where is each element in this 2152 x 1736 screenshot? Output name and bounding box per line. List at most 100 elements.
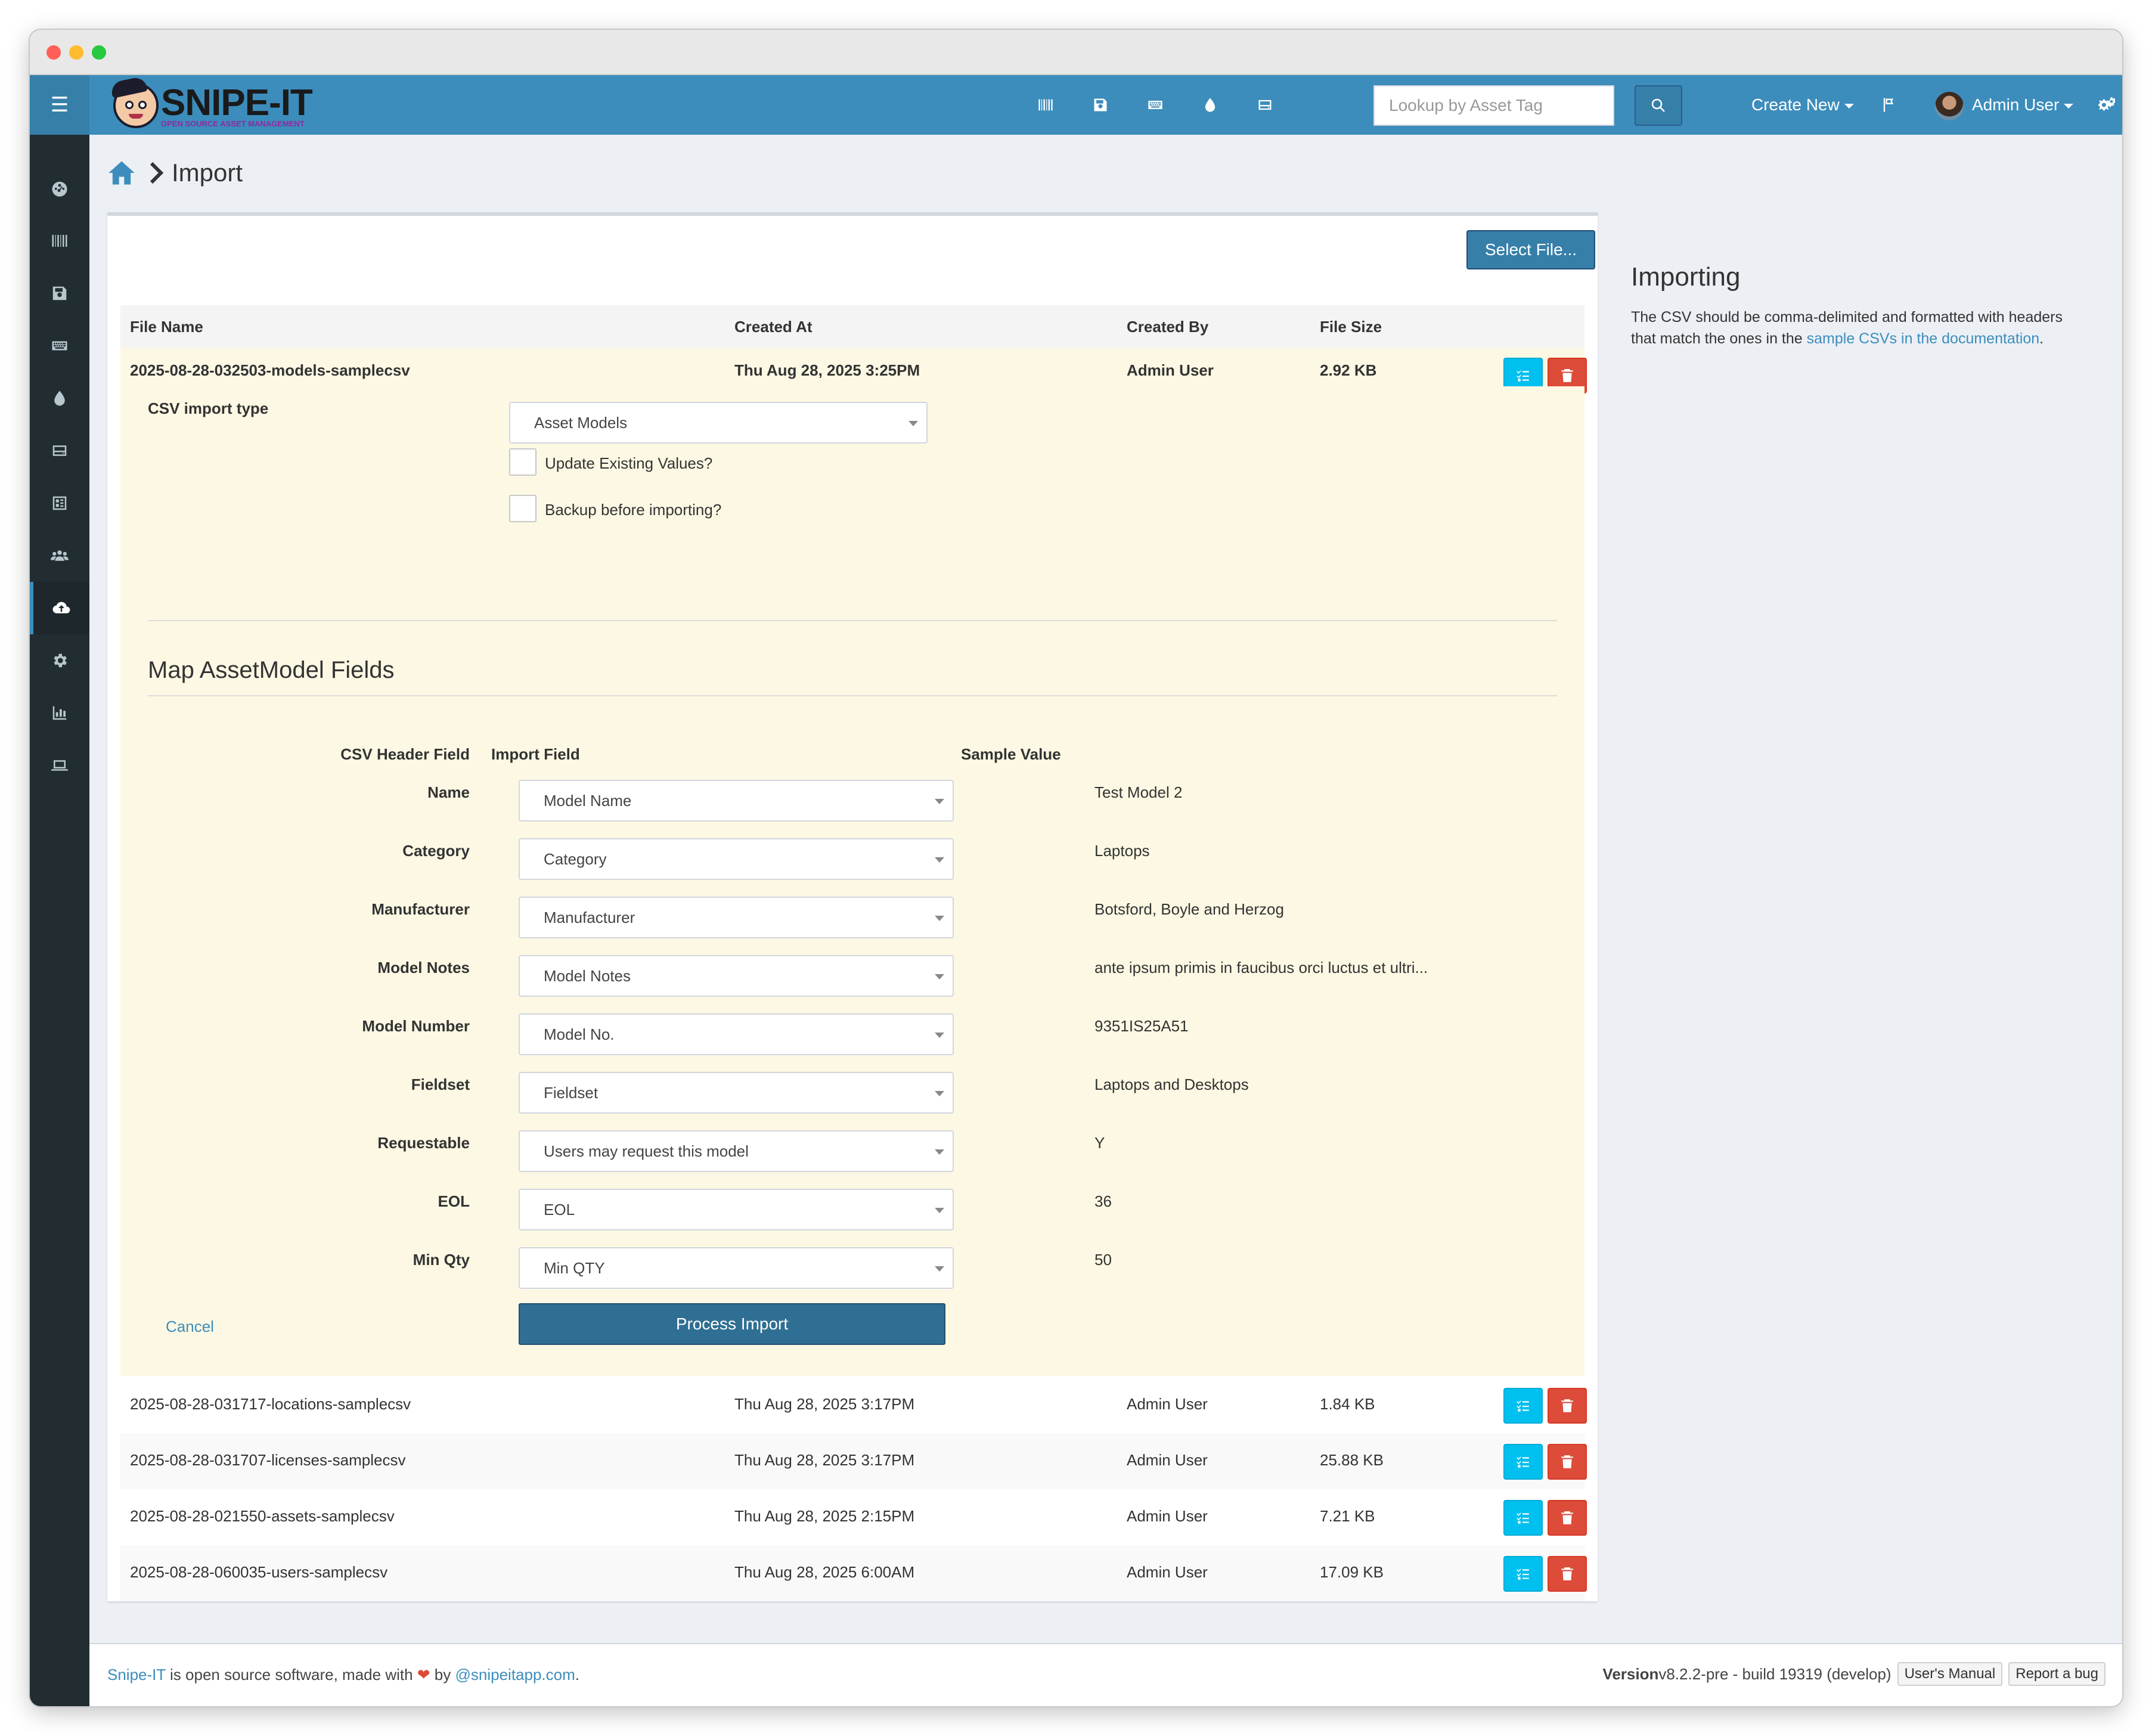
update-existing-label: Update Existing Values? [545,454,713,472]
trash-icon [1561,369,1573,382]
create-new-dropdown[interactable]: Create New [1751,75,1854,135]
cancel-link[interactable]: Cancel [166,1318,214,1336]
user-avatar[interactable] [1935,92,1964,120]
search-button[interactable] [1635,85,1682,126]
hdd-icon[interactable] [30,424,89,477]
footer-text: is open source software, made with [165,1666,417,1684]
csv-header-field-heading: CSV Header Field [340,745,470,763]
csv-type-select[interactable]: Asset Models [509,402,928,444]
save-icon[interactable] [30,267,89,320]
delete-file-button[interactable] [1548,1444,1587,1480]
asset-tag-search-input[interactable] [1373,85,1614,126]
caret-down-icon [1844,103,1854,108]
process-file-button[interactable] [1503,1500,1543,1536]
csv-type-label: CSV import type [148,399,269,417]
import-field-select[interactable]: Fieldset [519,1072,954,1114]
settings-icon[interactable] [30,634,89,687]
process-file-button[interactable] [1503,1388,1543,1424]
delete-file-button[interactable] [1548,1556,1587,1592]
minimize-window-dot[interactable] [69,45,83,60]
created-by: Admin User [1127,1395,1208,1413]
snipe-it-logo[interactable]: SNIPE-IT OPEN SOURCE ASSET MANAGEMENT [109,76,313,129]
users-icon[interactable] [30,529,89,582]
import-field-select[interactable]: EOL [519,1189,954,1230]
import-field-select[interactable]: Model Notes [519,955,954,997]
csv-header-label: Requestable [377,1134,470,1152]
chevron-down-icon [908,421,918,426]
footer-version: Version v8.2.2-pre - build 19319 (develo… [1602,1662,2106,1686]
save-icon[interactable] [1087,92,1114,118]
import-field-value: EOL [544,1201,575,1219]
home-icon[interactable] [106,157,137,188]
laptop-icon[interactable] [30,739,89,792]
created-at: Thu Aug 28, 2025 3:17PM [734,1451,915,1469]
sample-csvs-link[interactable]: sample CSVs in the documentation [1807,330,2040,347]
import-field-select[interactable]: Model Name [519,780,954,822]
import-field-select[interactable]: Manufacturer [519,897,954,938]
import-field-select[interactable]: Min QTY [519,1247,954,1289]
page-title: Import [172,159,243,187]
table-row: 2025-08-28-031717-locations-samplecsv Thu… [120,1377,1587,1433]
file-name: 2025-08-28-032503-models-samplecsv [130,361,410,379]
process-import-button[interactable]: Process Import [519,1303,945,1345]
zoom-window-dot[interactable] [92,45,106,60]
col-created-at[interactable]: Created At [734,305,813,348]
created-by: Admin User [1127,1507,1208,1525]
users-manual-button[interactable]: User's Manual [1897,1662,2003,1686]
backup-checkbox[interactable] [509,495,537,522]
import-field-select[interactable]: Users may request this model [519,1130,954,1172]
close-window-dot[interactable] [46,45,61,60]
col-file-name[interactable]: File Name [130,305,203,348]
update-existing-checkbox[interactable] [509,448,537,476]
reports-icon[interactable] [30,687,89,739]
cloud-upload-icon[interactable] [30,582,89,634]
col-file-size[interactable]: File Size [1320,305,1382,348]
select-file-button[interactable]: Select File... [1466,230,1595,269]
files-table-header: File Name Created At Created By File Siz… [120,305,1584,348]
sample-value: 36 [1094,1192,1112,1210]
barcode-icon[interactable] [30,215,89,267]
delete-file-button[interactable] [1548,1500,1587,1536]
keyboard-icon[interactable] [30,320,89,372]
hdd-icon[interactable] [1252,92,1278,118]
delete-file-button[interactable] [1548,1388,1587,1424]
map-fields-title: Map AssetModel Fields [148,657,395,683]
snipeitapp-link[interactable]: @snipeitapp.com [455,1666,575,1684]
barcode-icon[interactable] [1032,92,1059,118]
import-field-select[interactable]: Model No. [519,1013,954,1055]
csv-type-value: Asset Models [534,414,628,432]
sidebar-toggle-icon[interactable]: ☰ [30,75,89,135]
import-field-select[interactable]: Category [519,838,954,880]
footer-text: . [575,1666,580,1684]
csv-header-label: Manufacturer [371,900,470,918]
tint-icon[interactable] [30,372,89,424]
file-size: 25.88 KB [1320,1451,1384,1469]
snipe-it-link[interactable]: Snipe-IT [107,1666,166,1684]
chevron-down-icon [935,974,944,979]
import-box: Select File... File Name Created At Crea… [107,212,1598,1601]
process-file-button[interactable] [1503,1556,1543,1592]
file-name: 2025-08-28-031717-locations-samplecsv [130,1395,411,1413]
flag-icon[interactable] [1875,92,1902,118]
version-label: Version [1602,1664,1659,1683]
list-check-icon [1517,1456,1529,1468]
process-file-button[interactable] [1503,1444,1543,1480]
created-at: Thu Aug 28, 2025 6:00AM [734,1563,915,1581]
report-bug-button[interactable]: Report a bug [2008,1662,2106,1686]
file-size: 1.84 KB [1320,1395,1375,1413]
table-row: 2025-08-28-021550-assets-samplecsv Thu Au… [120,1489,1587,1545]
col-created-by[interactable]: Created By [1127,305,1208,348]
tint-icon[interactable] [1197,92,1223,118]
dashboard-icon[interactable] [30,162,89,215]
components-icon[interactable] [30,477,89,529]
logo-mascot-icon [109,76,159,128]
created-at: Thu Aug 28, 2025 3:17PM [734,1395,915,1413]
chevron-down-icon [935,1149,944,1155]
cogs-icon[interactable] [2094,92,2120,118]
sample-value-heading: Sample Value [961,745,1061,763]
browser-window: ☰ SNIPE-IT OPEN SOURCE ASSET MANAGEMENT [30,30,2122,1706]
user-menu-dropdown[interactable]: Admin User [1972,75,2074,135]
keyboard-icon[interactable] [1142,92,1168,118]
importing-help-text: The CSV should be comma-delimited and fo… [1631,306,2084,349]
sample-value: ante ipsum primis in faucibus orci luctu… [1094,959,1428,976]
